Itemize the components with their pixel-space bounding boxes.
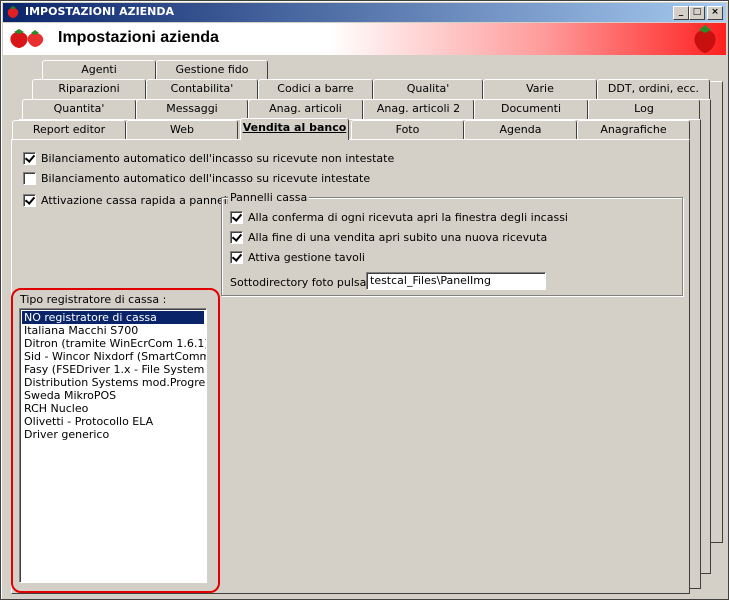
settings-window: IMPOSTAZIONI AZIENDA _ □ × Impostazioni … (0, 0, 729, 600)
list-item[interactable]: RCH Nucleo (22, 402, 204, 415)
checkbox-box[interactable] (23, 152, 36, 165)
list-item[interactable]: Italiana Macchi S700 (22, 324, 204, 337)
tab-anag-articoli[interactable]: Anag. articoli (248, 99, 363, 119)
tab-documenti[interactable]: Documenti (474, 99, 588, 119)
registratore-listbox[interactable]: NO registratore di cassa Italiana Macchi … (19, 308, 207, 583)
list-item[interactable]: Olivetti - Protocollo ELA (22, 415, 204, 428)
header-title: Impostazioni azienda (58, 29, 219, 46)
sottodirectory-label: Sottodirectory foto pulsanti : (230, 276, 388, 289)
window-title: IMPOSTAZIONI AZIENDA (25, 5, 175, 18)
strawberries-logo-icon (10, 29, 44, 48)
list-item[interactable]: Sweda MikroPOS (22, 389, 204, 402)
tab-anag-articoli-2[interactable]: Anag. articoli 2 (363, 99, 474, 119)
tab-foto[interactable]: Foto (351, 120, 464, 140)
header-banner: Impostazioni azienda (3, 23, 726, 55)
tab-qualita[interactable]: Qualita' (373, 79, 483, 99)
list-item[interactable]: Ditron (tramite WinEcrCom 1.6.1) (22, 337, 206, 350)
tab-varie[interactable]: Varie (483, 79, 597, 99)
strawberry-logo-icon (694, 25, 716, 53)
vendita-al-banco-panel: Bilanciamento automatico dell'incasso su… (11, 139, 690, 594)
strawberry-icon (7, 6, 19, 18)
tab-agenda[interactable]: Agenda (464, 120, 577, 140)
list-item[interactable]: Sid - Wincor Nixdorf (SmartComm 1.3) (22, 350, 206, 363)
group-title: Pannelli cassa (228, 191, 310, 204)
close-button[interactable]: × (707, 6, 723, 20)
title-bar[interactable]: IMPOSTAZIONI AZIENDA _ □ × (3, 3, 726, 22)
checkbox-box[interactable] (230, 211, 243, 224)
minimize-button[interactable]: _ (673, 6, 689, 20)
tab-contabilita[interactable]: Contabilita' (146, 79, 258, 99)
tab-anagrafiche[interactable]: Anagrafiche (577, 120, 690, 140)
tab-riparazioni[interactable]: Riparazioni (32, 79, 146, 99)
tab-log[interactable]: Log (588, 99, 700, 119)
tab-messaggi[interactable]: Messaggi (136, 99, 248, 119)
checkbox-box[interactable] (230, 251, 243, 264)
registratore-label: Tipo registratore di cassa : (20, 293, 167, 306)
tab-agenti[interactable]: Agenti (42, 60, 156, 80)
list-item[interactable]: Fasy (FSEDriver 1.x - File System I/F) (22, 363, 206, 376)
list-item[interactable]: NO registratore di cassa (22, 311, 204, 324)
maximize-button[interactable]: □ (689, 6, 705, 20)
sottodirectory-input[interactable]: testcal_Files\PanelImg (366, 272, 546, 290)
list-item[interactable]: Driver generico (22, 428, 204, 441)
tab-vendita-al-banco[interactable]: Vendita al banco (240, 118, 349, 140)
tab-quantita[interactable]: Quantita' (22, 99, 136, 119)
checkbox-box[interactable] (230, 231, 243, 244)
pannelli-cassa-group: Pannelli cassa Alla conferma di ogni ric… (221, 191, 683, 296)
tab-report-editor[interactable]: Report editor (12, 120, 126, 140)
tab-gestione-fido[interactable]: Gestione fido (156, 60, 268, 80)
tab-codici-a-barre[interactable]: Codici a barre (258, 79, 373, 99)
checkbox-box[interactable] (23, 194, 36, 207)
checkbox-box[interactable] (23, 172, 36, 185)
list-item[interactable]: Distribution Systems mod.Progress (22, 376, 206, 389)
tab-ddt-ordini[interactable]: DDT, ordini, ecc. (597, 79, 710, 99)
tab-web[interactable]: Web (126, 120, 238, 140)
